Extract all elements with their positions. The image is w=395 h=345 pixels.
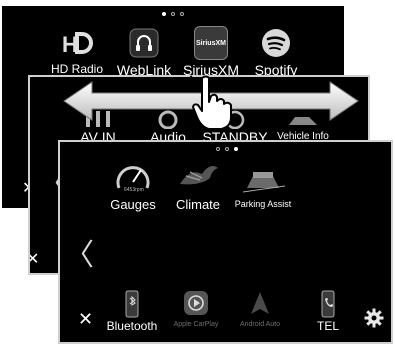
- parking-assist-icon: [242, 172, 285, 193]
- siriusxm-icon: SiriusXM: [194, 26, 228, 60]
- hd-radio-icon: H: [62, 32, 93, 57]
- page-dot: [180, 12, 184, 16]
- gauge-icon: 6453rpm: [116, 166, 150, 193]
- close-icon[interactable]: ✕: [78, 309, 93, 330]
- app-label: HD Radio: [50, 62, 104, 76]
- app-hd-radio[interactable]: H HD Radio: [48, 26, 106, 76]
- swipe-hand-icon: [188, 75, 232, 130]
- dock-apple-carplay[interactable]: Apple CarPlay: [164, 290, 228, 328]
- app-label: Gauges: [110, 197, 156, 212]
- climate-icon: [180, 166, 218, 185]
- carplay-icon: [184, 291, 208, 315]
- app-label: Android Auto: [239, 321, 281, 328]
- page-indicator: [216, 147, 238, 151]
- gauge-readout: 6453rpm: [124, 187, 144, 193]
- app-spotify[interactable]: Spotify: [248, 26, 304, 78]
- app-gauges[interactable]: 6453rpm Gauges: [106, 158, 160, 212]
- settings-gear-icon[interactable]: [364, 308, 384, 328]
- phone-icon: [125, 290, 139, 318]
- app-climate[interactable]: Climate: [170, 158, 226, 212]
- app-siriusxm[interactable]: SiriusXM SiriusXM: [178, 26, 244, 78]
- spotify-icon: [262, 29, 290, 57]
- app-label: Climate: [175, 197, 221, 212]
- page-dot: [171, 12, 175, 16]
- app-parking-assist[interactable]: Parking Assist: [230, 158, 296, 209]
- dock-tel[interactable]: TEL: [306, 290, 350, 333]
- phone-icon: [321, 290, 335, 318]
- prev-page-chevron-icon[interactable]: 〈: [64, 230, 94, 274]
- page-dot: [225, 147, 229, 151]
- home-screen-page-3: 6453rpm Gauges Climate Parking Assist 〈 …: [58, 140, 393, 344]
- page-dot-active: [162, 12, 166, 16]
- page-dot: [216, 147, 220, 151]
- app-label: Parking Assist: [234, 199, 292, 209]
- weblink-icon: [129, 28, 159, 58]
- android-auto-icon: [251, 292, 269, 314]
- app-label: Apple CarPlay: [173, 321, 219, 328]
- page-dot-active: [234, 147, 238, 151]
- app-label: TEL: [316, 319, 339, 333]
- app-label: Bluetooth: [106, 319, 158, 333]
- siriusxm-badge-text: SiriusXM: [196, 39, 226, 47]
- page-indicator: [162, 12, 184, 16]
- dock-android-auto[interactable]: Android Auto: [228, 290, 292, 328]
- app-weblink[interactable]: WebLink: [112, 26, 176, 78]
- close-icon[interactable]: ✕: [30, 249, 39, 268]
- dock-bluetooth[interactable]: Bluetooth: [100, 290, 164, 333]
